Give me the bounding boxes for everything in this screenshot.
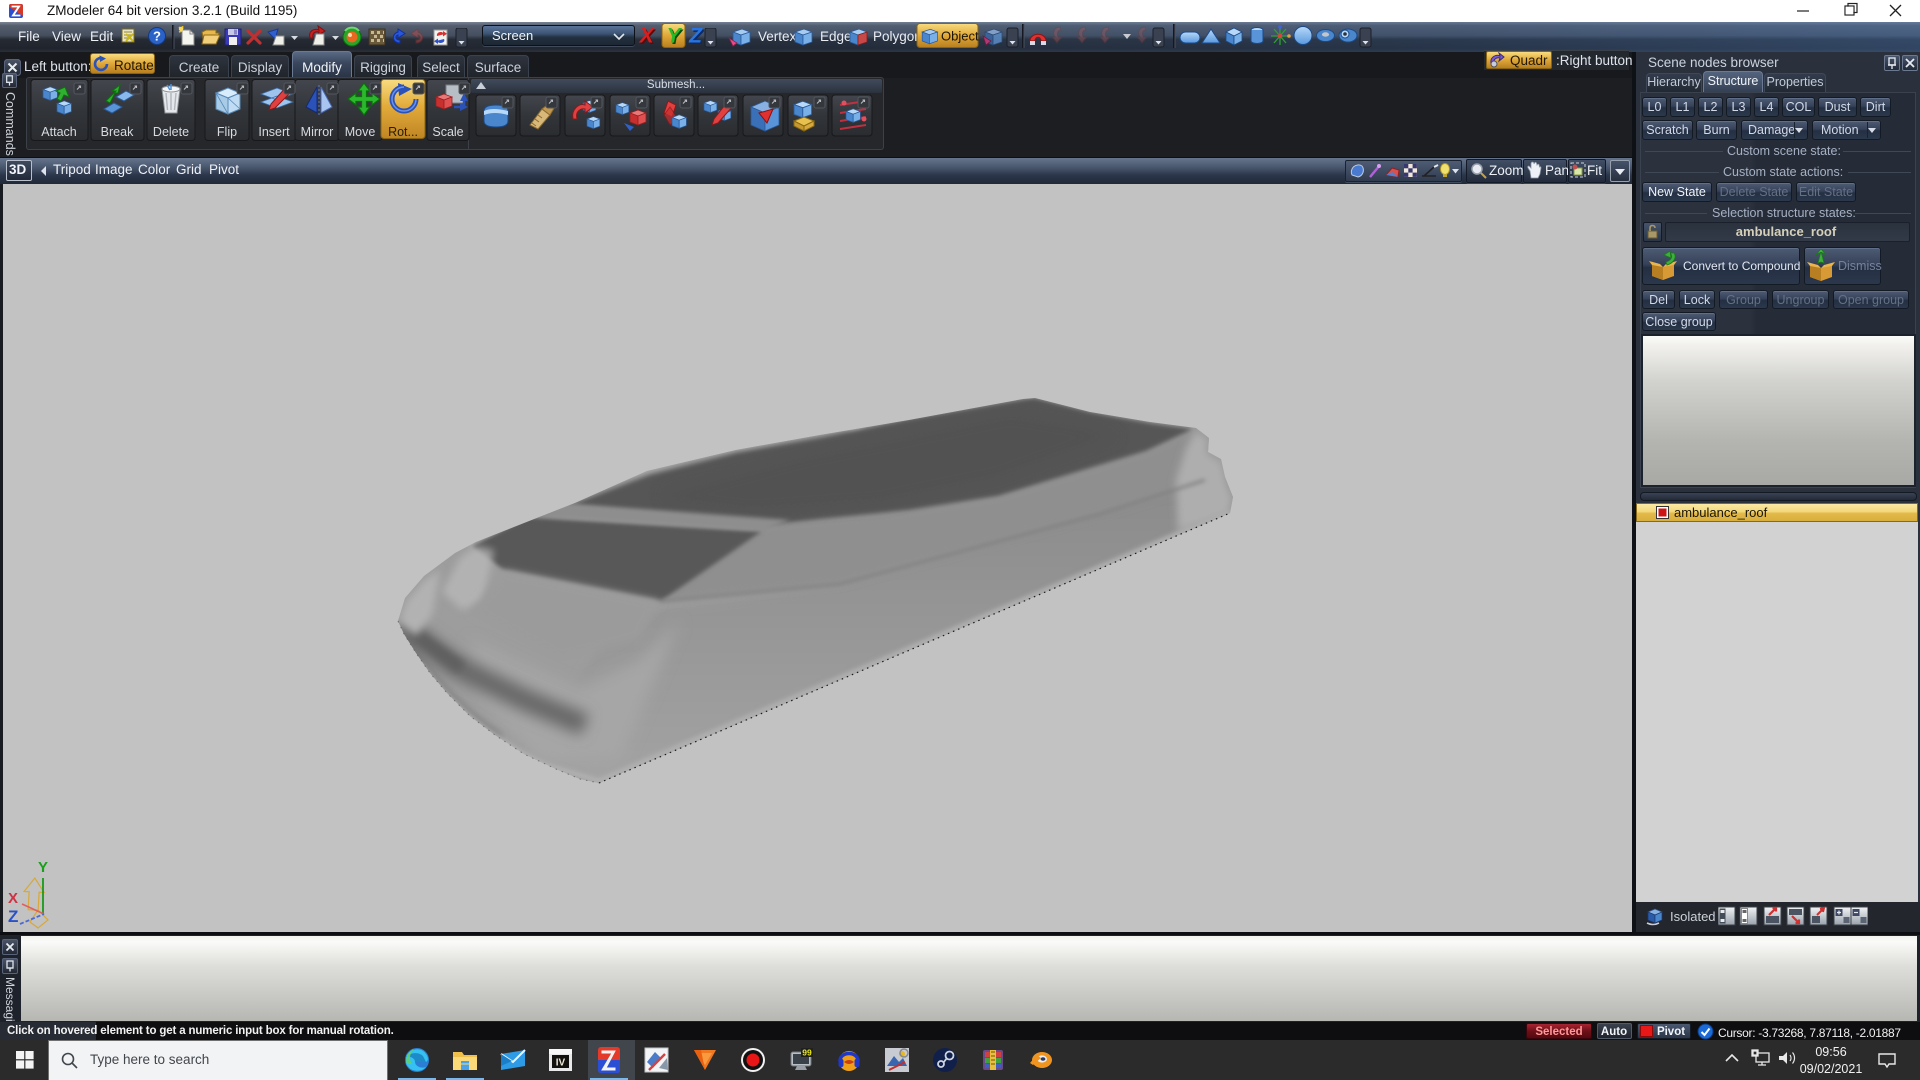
svg-text:Z: Z — [8, 907, 18, 926]
svg-text:?: ? — [153, 29, 161, 44]
svg-text:Object: Object — [941, 29, 979, 44]
svg-text:Vertex: Vertex — [758, 29, 797, 44]
svg-text:X: X — [8, 890, 18, 907]
svg-text:Edge: Edge — [820, 29, 852, 44]
svg-text:X: X — [639, 25, 656, 48]
svg-text:Polygon: Polygon — [873, 29, 922, 44]
svg-text:Z: Z — [688, 25, 703, 48]
svg-text:Y: Y — [667, 25, 683, 48]
svg-text:IV: IV — [556, 1058, 566, 1069]
svg-text:99: 99 — [802, 1048, 812, 1058]
svg-text:Y: Y — [38, 859, 48, 876]
